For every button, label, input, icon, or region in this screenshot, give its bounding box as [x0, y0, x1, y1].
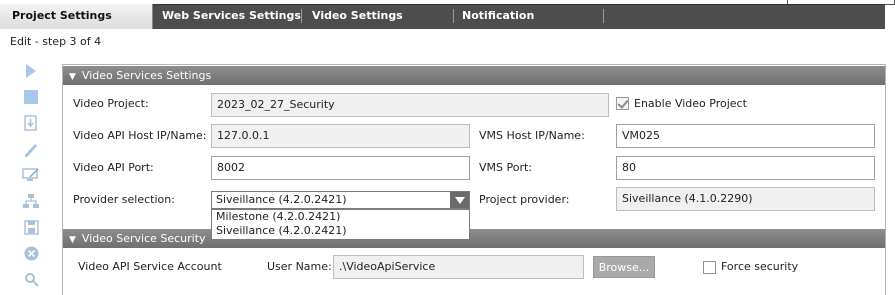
vms-port-input[interactable]: 80: [616, 156, 875, 180]
api-port-input[interactable]: 8002: [211, 156, 470, 180]
force-security-label: Force security: [721, 260, 799, 273]
collapse-triangle-icon[interactable]: ▼: [69, 231, 76, 250]
provider-option-siveillance[interactable]: Siveillance (4.2.0.2421): [212, 224, 469, 238]
tab-separator: [453, 9, 454, 23]
tab-separator: [603, 9, 604, 23]
import-icon[interactable]: [18, 112, 44, 134]
enable-video-project-label: Enable Video Project: [634, 97, 747, 110]
video-service-security-header[interactable]: ▼ Video Service Security: [63, 229, 885, 248]
section-title: Video Service Security: [81, 232, 206, 245]
provider-select[interactable]: Siveillance (4.2.0.2421): [211, 191, 470, 209]
collapse-triangle-icon[interactable]: ▼: [69, 68, 76, 87]
api-host-label: Video API Host IP/Name:: [73, 129, 207, 142]
step-indicator: Edit - step 3 of 4: [10, 35, 102, 48]
video-project-label: Video Project:: [73, 97, 149, 110]
provider-dropdown-list: Milestone (4.2.0.2421) Siveillance (4.2.…: [211, 209, 470, 240]
project-provider-field: Siveillance (4.1.0.2290): [616, 187, 875, 211]
username-field: .\VideoApiService: [333, 255, 584, 279]
provider-selection-label: Provider selection:: [73, 193, 175, 206]
tab-project-settings[interactable]: Project Settings: [0, 4, 153, 29]
tab-notification[interactable]: Notification: [462, 4, 534, 27]
vms-host-label: VMS Host IP/Name:: [479, 129, 585, 142]
play-icon[interactable]: [18, 60, 44, 82]
save-icon[interactable]: [18, 216, 44, 238]
project-provider-label: Project provider:: [479, 193, 570, 206]
service-account-label: Video API Service Account: [78, 260, 222, 273]
video-services-header[interactable]: ▼ Video Services Settings: [63, 66, 885, 85]
edit-icon[interactable]: [18, 138, 44, 160]
tab-bar: Project Settings Web Services Settings V…: [0, 0, 895, 29]
video-project-field: 2023_02_27_Security: [211, 93, 609, 117]
enable-video-project-checkbox[interactable]: [616, 97, 629, 110]
api-port-label: Video API Port:: [73, 161, 154, 174]
settings-icon[interactable]: [18, 268, 44, 290]
browse-button[interactable]: Browse...: [593, 256, 655, 278]
tab-video-settings[interactable]: Video Settings: [312, 4, 403, 27]
provider-selected-value: Siveillance (4.2.0.2421): [216, 193, 347, 206]
vms-host-input[interactable]: VM025: [616, 124, 875, 148]
cancel-icon[interactable]: [18, 242, 44, 264]
network-icon[interactable]: [18, 190, 44, 212]
section-title: Video Services Settings: [81, 69, 212, 82]
stop-icon[interactable]: [18, 86, 44, 108]
provider-option-milestone[interactable]: Milestone (4.2.0.2421): [212, 210, 469, 224]
vms-port-label: VMS Port:: [479, 161, 533, 174]
monitor-edit-icon[interactable]: [18, 164, 44, 186]
username-label: User Name:: [267, 260, 332, 273]
tab-web-services-settings[interactable]: Web Services Settings: [162, 4, 301, 27]
chevron-down-icon[interactable]: [450, 192, 469, 208]
tab-separator: [301, 9, 302, 23]
force-security-checkbox[interactable]: [703, 261, 716, 274]
api-host-field: 127.0.0.1: [211, 124, 470, 148]
